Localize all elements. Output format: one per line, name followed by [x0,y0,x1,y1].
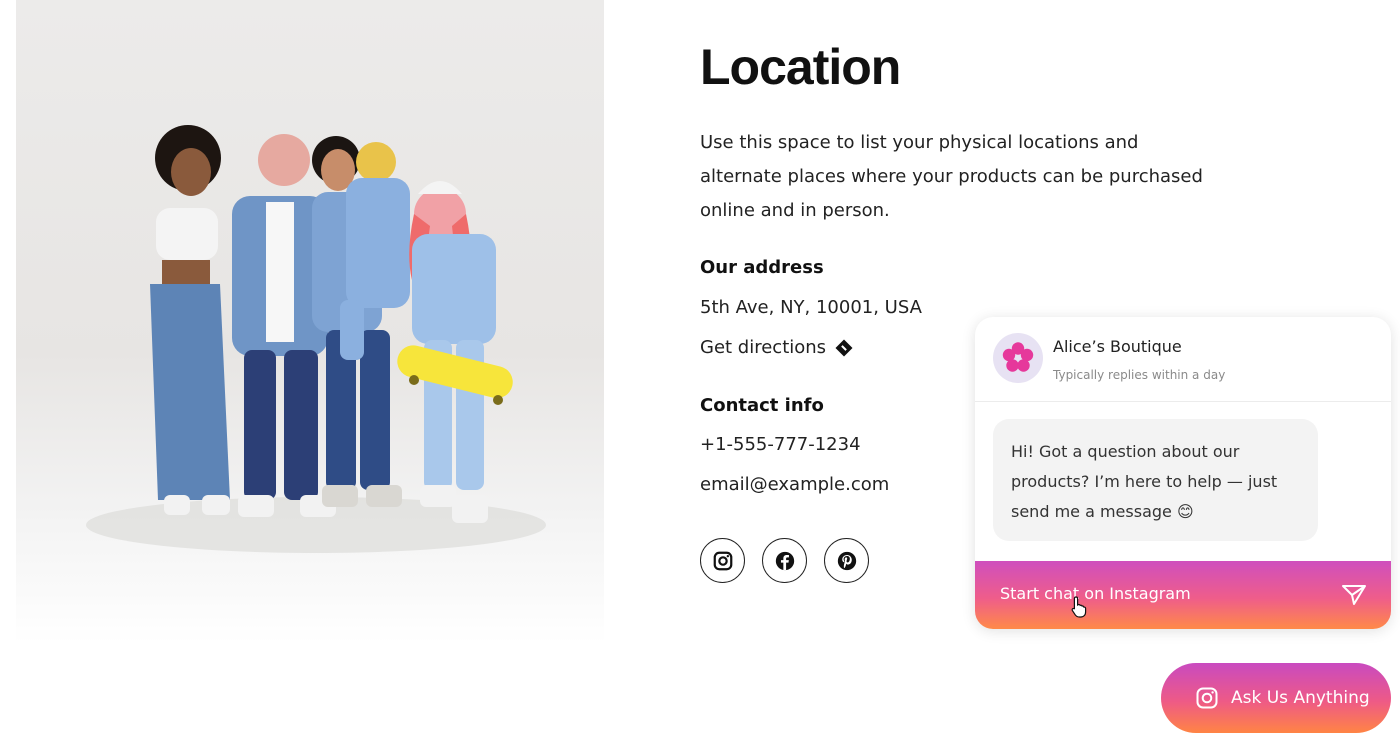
ask-us-anything-button[interactable]: Ask Us Anything [1161,663,1391,733]
ask-us-anything-label[interactable]: Ask Us Anything [1231,688,1370,708]
chat-widget: Alice’s Boutique Typically replies withi… [975,317,1391,629]
address-heading: Our address [700,257,824,278]
send-icon[interactable] [1341,583,1367,607]
shop-avatar [993,333,1043,383]
pinterest-icon [837,551,856,570]
chat-header: Alice’s Boutique Typically replies withi… [975,317,1391,402]
page: Location Use this space to list your phy… [0,0,1400,745]
get-directions-label[interactable]: Get directions [700,337,826,358]
message-line: Hi! Got a question about our [1011,442,1240,461]
location-description: Use this space to list your physical loc… [700,126,1210,228]
address-text: 5th Ave, NY, 10001, USA [700,297,922,318]
reply-time: Typically replies within a day [1053,368,1226,382]
message-line: products? I’m here to help — just [1011,472,1278,491]
description-line: alternate places where your products can… [700,166,1203,187]
hero-photo [16,0,604,644]
phone-text: +1-555-777-1234 [700,434,861,455]
get-directions-link[interactable]: Get directions [700,337,853,358]
start-chat-label[interactable]: Start chat on Instagram [1000,584,1191,603]
social-links [700,538,869,583]
directions-icon [835,339,853,356]
start-chat-button[interactable]: Start chat on Instagram [975,561,1391,629]
pinterest-link[interactable] [824,538,869,583]
description-line: online and in person. [700,200,890,221]
instagram-icon [1196,687,1218,709]
flower-logo-icon [1002,342,1034,372]
message-line: send me a message 😊 [1011,502,1194,521]
contact-heading: Contact info [700,395,824,416]
facebook-icon [775,551,794,570]
instagram-icon [713,551,732,570]
group-of-friends-illustration [86,125,546,553]
facebook-link[interactable] [762,538,807,583]
email-text: email@example.com [700,474,890,495]
description-line: Use this space to list your physical loc… [700,132,1139,153]
page-title: Location [700,39,901,95]
instagram-link[interactable] [700,538,745,583]
shop-name: Alice’s Boutique [1053,337,1182,356]
chat-message-bubble: Hi! Got a question about our products? I… [993,419,1318,541]
hand-cursor-icon [1071,596,1087,618]
